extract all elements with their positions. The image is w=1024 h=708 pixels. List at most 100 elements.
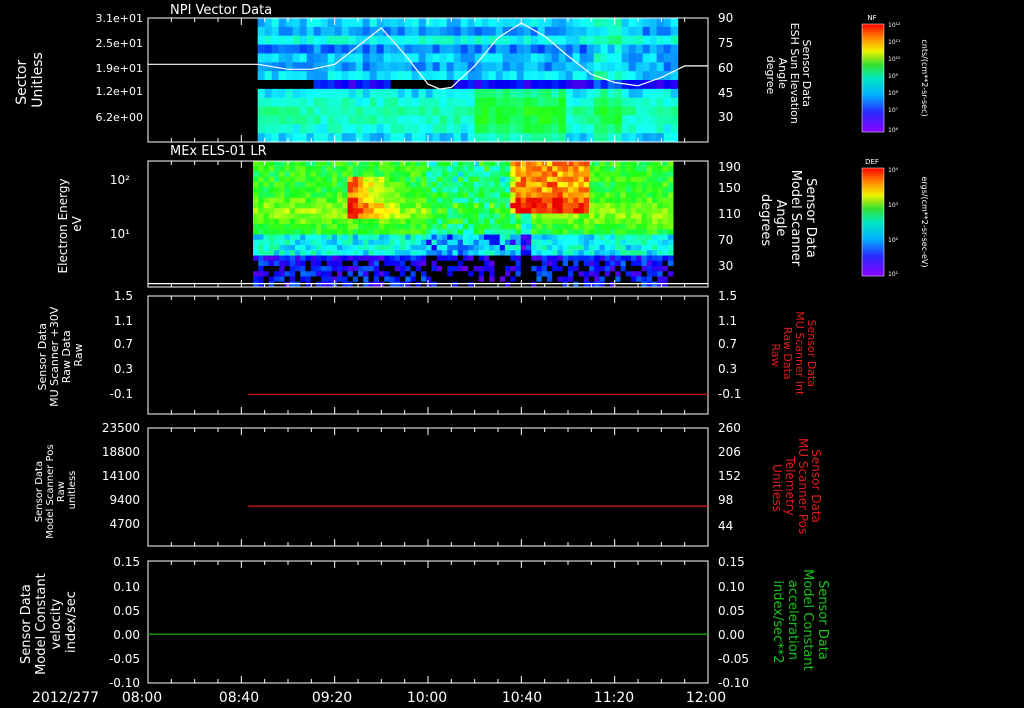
- heatmap-cell: [578, 192, 585, 199]
- heatmap-cell: [536, 245, 543, 251]
- heatmap-cell: [342, 224, 348, 230]
- heatmap-cell: [489, 245, 495, 251]
- heatmap-cell: [337, 187, 343, 193]
- heatmap-cell: [279, 234, 285, 241]
- right-tick-label: 1.5: [718, 289, 737, 303]
- heatmap-cell: [620, 208, 627, 214]
- heatmap-cell: [379, 218, 385, 225]
- heatmap-cell: [531, 266, 537, 272]
- heatmap-cell: [348, 97, 357, 108]
- heatmap-cell: [473, 182, 480, 188]
- right-tick-label: 152: [718, 469, 741, 483]
- heatmap-cell: [376, 133, 385, 142]
- y-tick-label: -0.10: [109, 676, 140, 690]
- heatmap-cell: [615, 239, 621, 246]
- heatmap-cell: [368, 208, 375, 214]
- heatmap-cell: [342, 166, 348, 172]
- heatmap-cell: [649, 44, 658, 54]
- heatmap-cell: [594, 208, 600, 214]
- heatmap-cell: [573, 203, 579, 209]
- heatmap-cell: [310, 260, 317, 267]
- heatmap-cell: [594, 161, 600, 167]
- heatmap-cell: [551, 115, 560, 125]
- heatmap-cell: [404, 124, 413, 134]
- heatmap-cell: [410, 245, 417, 251]
- heatmap-cell: [481, 53, 490, 63]
- heatmap-cell: [599, 197, 606, 204]
- heatmap-cell: [631, 203, 637, 209]
- heatmap-cell: [279, 166, 285, 172]
- heatmap-cell: [583, 171, 590, 178]
- heatmap-cell: [327, 26, 336, 37]
- heatmap-cell: [327, 124, 336, 134]
- heatmap-cell: [306, 71, 315, 81]
- heatmap-cell: [663, 44, 672, 54]
- heatmap-cell: [431, 192, 438, 199]
- heatmap-cell: [537, 97, 546, 108]
- heatmap-cell: [457, 239, 464, 246]
- heatmap-cell: [631, 208, 637, 214]
- heatmap-cell: [405, 271, 411, 277]
- heatmap-cell: [657, 176, 663, 183]
- heatmap-cell: [478, 255, 485, 262]
- heatmap-cell: [649, 88, 658, 99]
- heatmap-cell: [531, 239, 537, 246]
- heatmap-cell: [478, 229, 485, 235]
- heatmap-cell: [327, 71, 336, 81]
- heatmap-cell: [494, 182, 501, 188]
- heatmap-cell: [379, 266, 385, 272]
- heatmap-cell: [536, 166, 543, 172]
- heatmap-cell: [604, 161, 611, 167]
- heatmap-cell: [320, 44, 329, 54]
- heatmap-cell: [642, 35, 651, 46]
- heatmap-cell: [615, 171, 621, 178]
- heatmap-cell: [460, 97, 469, 108]
- heatmap-cell: [334, 71, 343, 81]
- heatmap-cell: [484, 208, 490, 214]
- heatmap-cell: [565, 18, 574, 28]
- heatmap-cell: [620, 234, 627, 241]
- heatmap-cell: [321, 239, 327, 246]
- heatmap-cell: [641, 271, 648, 277]
- heatmap-cell: [494, 213, 501, 220]
- heatmap-cell: [509, 44, 518, 54]
- heatmap-cell: [494, 276, 501, 283]
- heatmap-cell: [431, 250, 438, 256]
- heatmap-cell: [474, 44, 483, 54]
- heatmap-cell: [586, 18, 595, 28]
- heatmap-cell: [305, 176, 312, 183]
- heatmap-cell: [495, 18, 504, 28]
- heatmap-cell: [432, 26, 441, 37]
- heatmap-cell: [552, 213, 558, 220]
- heatmap-cell: [536, 203, 543, 209]
- heatmap-cell: [593, 106, 602, 116]
- heatmap-cell: [457, 276, 464, 283]
- heatmap-cell: [436, 245, 443, 251]
- heatmap-cell: [625, 187, 632, 193]
- heatmap-cell: [573, 171, 579, 178]
- heatmap-cell: [295, 166, 301, 172]
- y-axis-label-line: velocity: [49, 598, 64, 649]
- heatmap-cell: [394, 213, 401, 220]
- heatmap-cell: [565, 35, 574, 46]
- heatmap-cell: [635, 62, 644, 72]
- heatmap-cell: [649, 53, 658, 63]
- heatmap-cell: [489, 166, 495, 172]
- heatmap-cell: [457, 224, 464, 230]
- heatmap-cell: [600, 18, 609, 28]
- heatmap-cell: [583, 208, 590, 214]
- heatmap-cell: [305, 208, 312, 214]
- heatmap-cell: [526, 166, 532, 172]
- heatmap-cell: [421, 197, 427, 204]
- heatmap-cell: [257, 88, 266, 99]
- heatmap-cell: [641, 208, 648, 214]
- heatmap-cell: [663, 62, 672, 72]
- heatmap-cell: [589, 218, 595, 225]
- heatmap-cell: [457, 245, 464, 251]
- y-axis-label: Sector Unitless: [14, 52, 46, 108]
- heatmap-cell: [642, 44, 651, 54]
- heatmap-cell: [636, 245, 642, 251]
- heatmap-cell: [547, 234, 553, 241]
- heatmap-cell: [494, 250, 501, 256]
- heatmap-cell: [426, 203, 432, 209]
